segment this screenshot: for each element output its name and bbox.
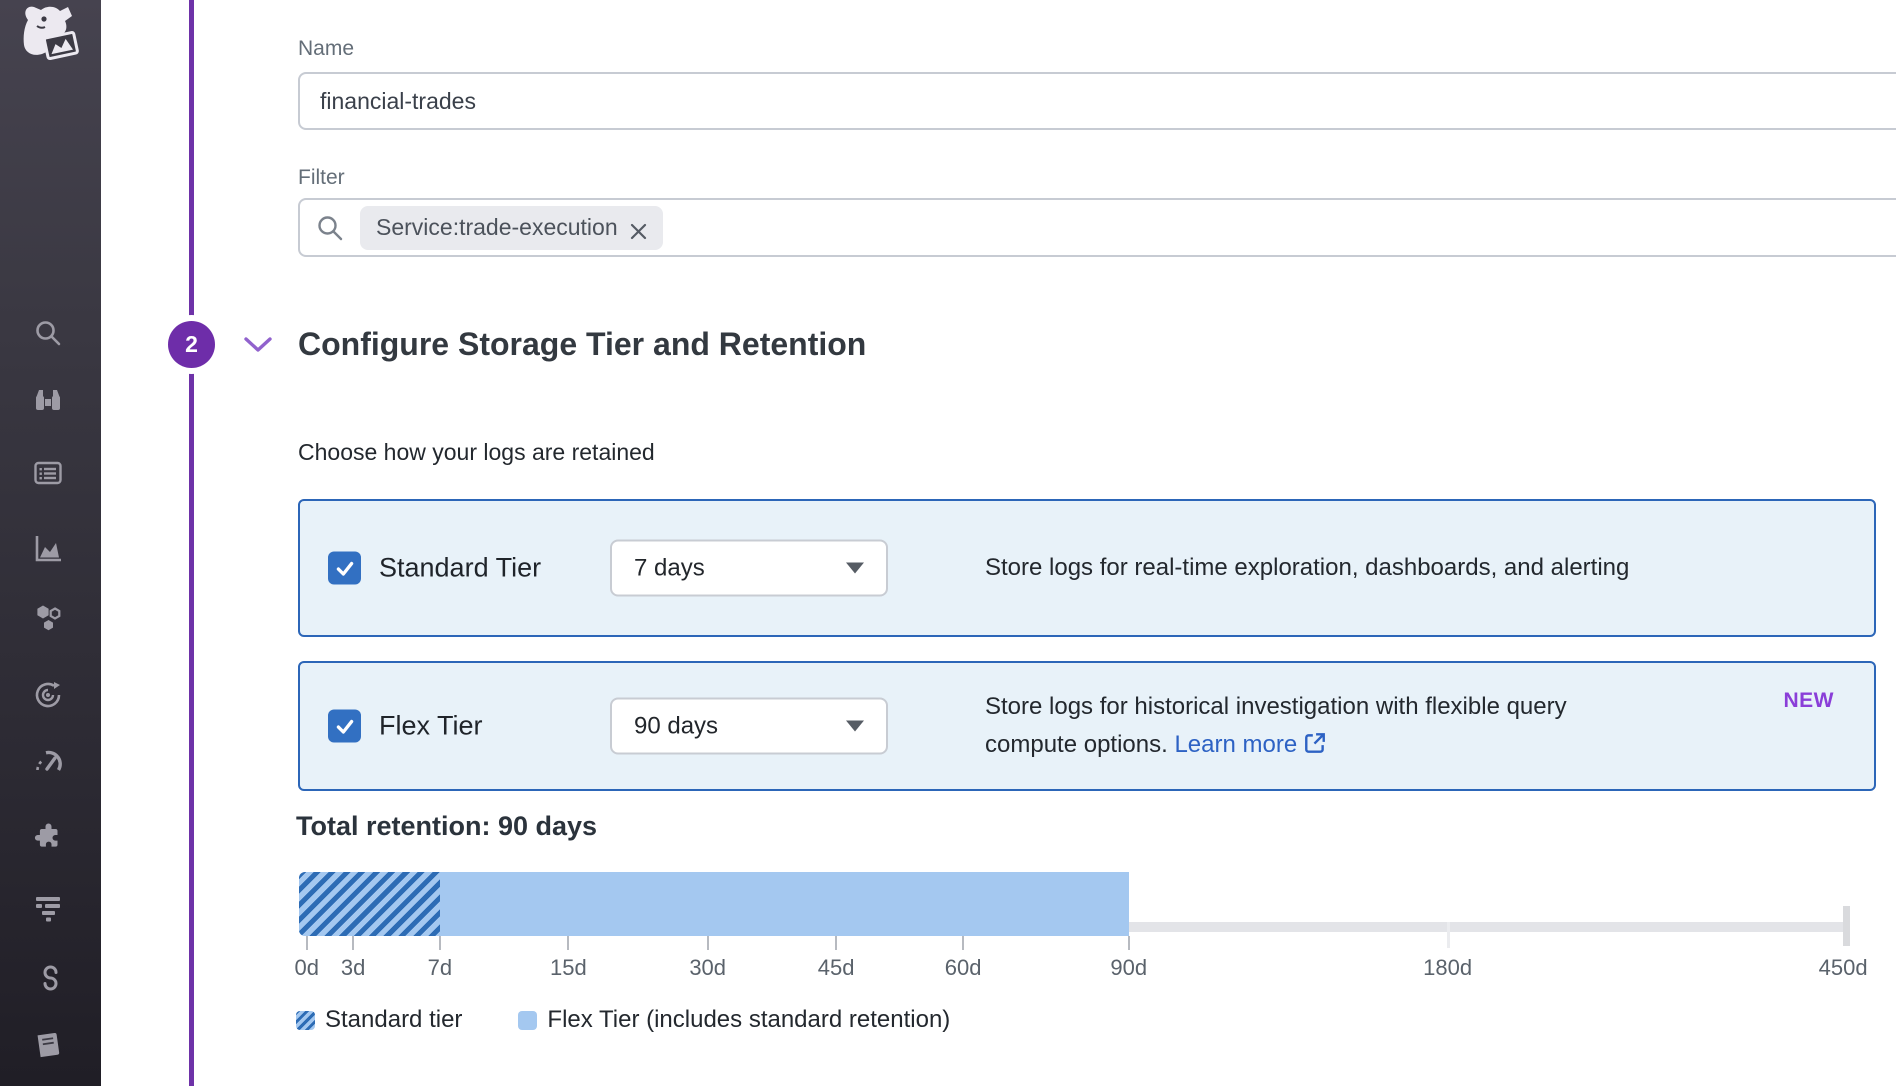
axis-label-90d: 90d <box>1110 955 1147 981</box>
legend-item-standard: Standard tier <box>296 1006 462 1034</box>
axis-label-0d: 0d <box>294 955 318 981</box>
axis-tick-450d <box>1843 906 1850 946</box>
total-retention-label: Total retention: 90 days <box>296 811 597 842</box>
sidebar <box>0 0 101 1086</box>
axis-label-15d: 15d <box>550 955 587 981</box>
integrations-puzzle-icon[interactable] <box>33 822 63 852</box>
hatched-swatch-icon <box>296 1011 315 1030</box>
performance-gauge-icon[interactable] <box>33 748 63 778</box>
logs-icon[interactable] <box>33 892 63 922</box>
pipelines-icon[interactable] <box>33 963 63 993</box>
standard-retention-value: 7 days <box>634 554 705 582</box>
filter-tag: Service:trade-execution <box>360 206 663 250</box>
chevron-down-icon <box>846 721 864 732</box>
retention-legend: Standard tier Flex Tier (includes standa… <box>296 1006 950 1034</box>
name-label: Name <box>298 37 354 61</box>
notebook-icon[interactable] <box>33 1030 63 1060</box>
new-badge: NEW <box>1784 689 1835 713</box>
filter-input[interactable]: Service:trade-execution <box>298 198 1896 257</box>
flex-tier-label: Flex Tier <box>379 711 483 742</box>
standard-tier-description: Store logs for real-time exploration, da… <box>985 549 1705 587</box>
axis-label-45d: 45d <box>818 955 855 981</box>
legend-item-flex: Flex Tier (includes standard retention) <box>518 1006 950 1034</box>
flex-retention-select[interactable]: 90 days <box>610 698 888 755</box>
standard-retention-select[interactable]: 7 days <box>610 540 888 597</box>
chevron-down-icon[interactable] <box>243 335 273 355</box>
close-icon[interactable] <box>630 219 647 236</box>
chevron-down-icon <box>846 563 864 574</box>
search-icon[interactable] <box>33 318 63 348</box>
solid-swatch-icon <box>518 1011 537 1030</box>
standard-tier-checkbox[interactable] <box>328 552 361 585</box>
flex-tier-card: Flex Tier 90 days Store logs for histori… <box>298 661 1876 791</box>
step-number-badge: 2 <box>168 321 215 368</box>
axis-tick-15d <box>567 936 569 950</box>
flex-retention-value: 90 days <box>634 712 718 740</box>
legend-flex-label: Flex Tier (includes standard retention) <box>547 1006 950 1034</box>
retention-bar: 0d3d7d15d30d45d60d90d180d450d <box>299 872 1847 992</box>
search-icon <box>316 214 344 242</box>
axis-tick-90d <box>1128 936 1130 950</box>
axis-label-450d: 450d <box>1819 955 1868 981</box>
axis-tick-45d <box>835 936 837 950</box>
filter-label: Filter <box>298 166 345 190</box>
axis-tick-3d <box>352 936 354 950</box>
legend-standard-label: Standard tier <box>325 1006 462 1034</box>
axis-tick-0d <box>306 936 308 950</box>
flex-tier-checkbox[interactable] <box>328 710 361 743</box>
section-title: Configure Storage Tier and Retention <box>298 326 866 363</box>
axis-label-60d: 60d <box>945 955 982 981</box>
learn-more-link[interactable]: Learn more <box>1174 731 1297 758</box>
axis-label-30d: 30d <box>689 955 726 981</box>
log-index-configuration-page: 2 Name Filter Service:trade-execution Co… <box>0 0 1896 1086</box>
axis-label-180d: 180d <box>1423 955 1472 981</box>
name-input[interactable] <box>298 72 1896 130</box>
axis-label-7d: 7d <box>428 955 452 981</box>
standard-retention-segment <box>299 872 440 936</box>
flex-tier-description: Store logs for historical investigation … <box>985 688 1665 764</box>
watchdog-binoculars-icon[interactable] <box>33 386 63 416</box>
filter-tag-label: Service:trade-execution <box>376 214 618 241</box>
infrastructure-icon[interactable] <box>33 603 63 633</box>
axis-tick-7d <box>439 936 441 950</box>
axis-tick-30d <box>707 936 709 950</box>
retention-track <box>1129 922 1847 932</box>
standard-tier-card: Standard Tier 7 days Store logs for real… <box>298 499 1876 637</box>
external-link-icon[interactable] <box>1303 729 1327 753</box>
axis-label-3d: 3d <box>341 955 365 981</box>
standard-tier-label: Standard Tier <box>379 553 541 584</box>
apm-icon[interactable] <box>33 680 63 710</box>
stepper-line <box>189 0 194 1086</box>
axis-tick-60d <box>962 936 964 950</box>
section-subtitle: Choose how your logs are retained <box>298 439 655 466</box>
sidebar-nav <box>0 0 101 1086</box>
dashboards-icon[interactable] <box>33 458 63 488</box>
axis-tick-180d <box>1447 922 1450 948</box>
metrics-icon[interactable] <box>33 533 63 563</box>
